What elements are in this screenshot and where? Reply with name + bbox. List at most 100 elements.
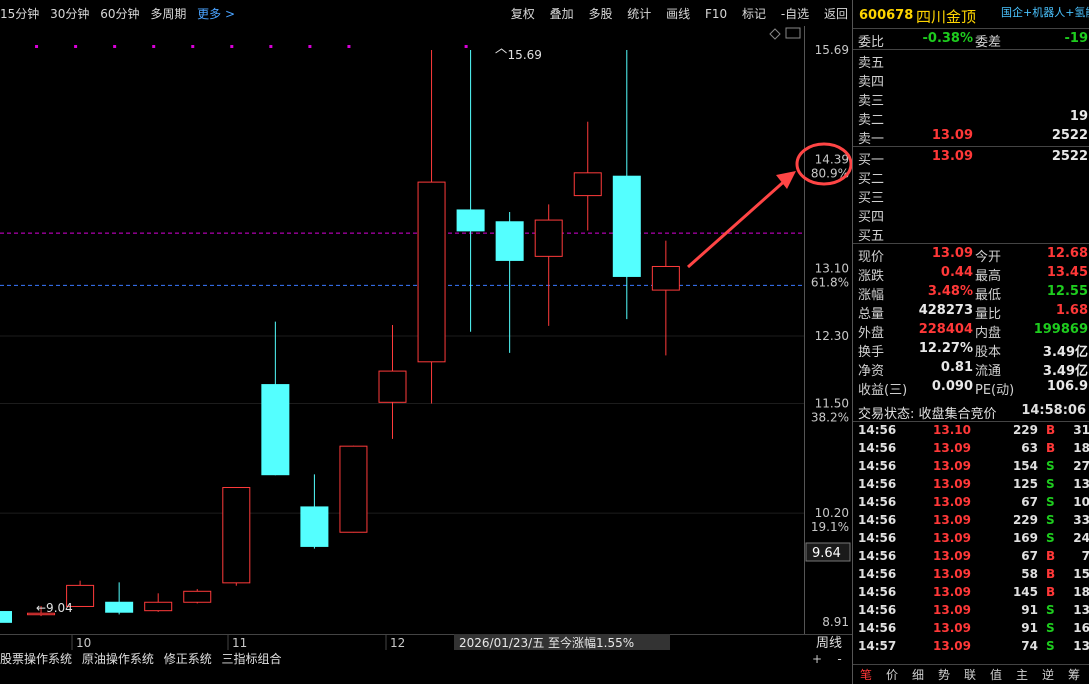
tick-direction: S (1046, 513, 1055, 527)
candle-body (378, 370, 407, 403)
stat-row: 收益(三) 0.090 PE(动) 106.9 (853, 378, 1089, 398)
tick-row: 14:56 13.09 91 S 16 (853, 621, 1089, 639)
signal-dot (35, 45, 39, 48)
system-stock[interactable]: 股票操作系统 (0, 652, 72, 666)
chart-actions: 复权 叠加 多股 统计 画线 F10 标记 -自选 返回 (500, 5, 848, 22)
weicha-value: -19 (1064, 31, 1089, 46)
signal-dot (191, 45, 195, 48)
period-multi[interactable]: 多周期 (150, 7, 186, 21)
stat-label: 净资 (858, 364, 885, 379)
back-button[interactable]: 返回 (824, 7, 848, 21)
stat-value: 1.68 (1055, 303, 1088, 318)
indicator-systems-bar: 股票操作系统 原油操作系统 修正系统 三指标组合 (0, 650, 852, 668)
tick-row: 14:56 13.09 125 S 13 (853, 477, 1089, 495)
sell-level-row[interactable]: 卖一 13.09 2522 (853, 127, 1089, 147)
signal-dot (74, 45, 78, 48)
high-price-label: 15.69 (508, 48, 542, 62)
level-volume: 2522 (1051, 149, 1088, 164)
tick-volume: 67 (1021, 549, 1038, 563)
tick-time: 14:56 (858, 513, 897, 527)
divider (853, 146, 1089, 147)
tick-price: 13.09 (933, 621, 971, 635)
sell-level-row[interactable]: 卖五 (853, 51, 1089, 71)
tick-direction: S (1046, 621, 1055, 635)
divider (853, 421, 1089, 422)
more-periods-link[interactable]: 更多 > (197, 7, 235, 21)
tick-row: 14:57 13.09 74 S 13 (853, 639, 1089, 657)
tick-direction: S (1046, 477, 1055, 491)
tick-volume: 229 (1012, 423, 1038, 437)
candle-body (456, 209, 485, 232)
stat-row: 涨幅 3.48% 最低 12.55 (853, 283, 1089, 303)
stat-label: 量比 (975, 307, 1002, 322)
stat-label: 外盘 (858, 326, 885, 341)
panel-tab[interactable]: 主 (1009, 666, 1035, 683)
concept-tags[interactable]: 国企+机器人+氢能 (1001, 4, 1089, 20)
level-label: 卖五 (858, 56, 885, 71)
fuquan-button[interactable]: 复权 (511, 7, 535, 21)
panel-tab[interactable]: 价 (879, 666, 905, 683)
f10-button[interactable]: F10 (705, 7, 727, 21)
period-label[interactable]: 周线 (806, 632, 852, 651)
tick-count: 10 (1073, 495, 1089, 509)
buy-level-row[interactable]: 买四 (853, 205, 1089, 225)
system-correction[interactable]: 修正系统 (164, 652, 212, 666)
stat-value: 228404 (918, 322, 973, 337)
tick-row: 14:56 13.09 67 S 10 (853, 495, 1089, 513)
tick-price: 13.09 (933, 567, 971, 581)
stat-value: 12.27% (918, 341, 973, 356)
tick-time: 14:56 (858, 603, 897, 617)
zoom-plus-minus[interactable]: + - (812, 652, 842, 666)
panel-tab[interactable]: 势 (931, 666, 957, 683)
level-volume: 19 (1069, 109, 1088, 124)
panel-tab[interactable]: 联 (957, 666, 983, 683)
kline-chart[interactable]: 15.69←9.0415.6914.3980.9%13.1061.8%12.30… (0, 0, 852, 650)
period-60min[interactable]: 60分钟 (100, 7, 139, 21)
system-three-indicator[interactable]: 三指标组合 (222, 652, 282, 666)
period-30min[interactable]: 30分钟 (50, 7, 89, 21)
buy-level-row[interactable]: 买三 (853, 186, 1089, 206)
tick-direction: B (1046, 585, 1056, 599)
stock-name[interactable]: 四川金顶 (916, 6, 976, 27)
tick-count: 33 (1073, 513, 1089, 527)
remove-watchlist-button[interactable]: -自选 (781, 7, 809, 21)
overlay-button[interactable]: 叠加 (550, 7, 574, 21)
tick-row: 14:56 13.09 63 B 18 (853, 441, 1089, 459)
tick-time: 14:56 (858, 477, 897, 491)
period-15min[interactable]: 15分钟 (0, 7, 39, 21)
stat-label: 涨幅 (858, 288, 885, 303)
quote-panel: 600678 四川金顶 国企+机器人+氢能 委比 -0.38% 委差 -19 卖… (852, 0, 1089, 684)
stat-label: 内盘 (975, 326, 1002, 341)
stat-label: 收益(三) (858, 383, 908, 398)
tick-direction: S (1046, 531, 1055, 545)
sell-level-row[interactable]: 卖二 19 (853, 108, 1089, 128)
panel-tab[interactable]: 值 (983, 666, 1009, 683)
tick-direction: S (1046, 459, 1055, 473)
buy-level-row[interactable]: 买一 13.09 2522 (853, 148, 1089, 168)
mark-button[interactable]: 标记 (742, 7, 766, 21)
sell-level-row[interactable]: 卖三 (853, 89, 1089, 109)
panel-tab[interactable]: 笔 (853, 666, 879, 683)
panel-tab[interactable]: 筹 (1061, 666, 1087, 683)
signal-dot (152, 45, 156, 48)
buy-level-row[interactable]: 买二 (853, 167, 1089, 187)
buy-level-row[interactable]: 买五 (853, 224, 1089, 244)
panel-tab[interactable]: 细 (905, 666, 931, 683)
system-oil[interactable]: 原油操作系统 (82, 652, 154, 666)
tick-volume: 229 (1012, 513, 1038, 527)
panel-tab[interactable]: 逆 (1035, 666, 1061, 683)
weibi-label: 委比 (858, 35, 885, 50)
trade-status-label: 交易状态: 收盘集合竞价 (858, 407, 997, 422)
candle-body (183, 590, 212, 603)
draw-line-button[interactable]: 画线 (666, 7, 690, 21)
sell-level-row[interactable]: 卖四 (853, 70, 1089, 90)
stock-header: 600678 四川金顶 国企+机器人+氢能 (853, 0, 1089, 29)
chart-toolbar: 15分钟 30分钟 60分钟 多周期 更多 > 复权 叠加 多股 统计 画线 F… (0, 0, 852, 26)
statistics-button[interactable]: 统计 (627, 7, 651, 21)
weicha-label: 委差 (975, 35, 1002, 50)
tick-price: 13.09 (933, 441, 971, 455)
tick-count: 13 (1073, 603, 1089, 617)
stat-row: 外盘 228404 内盘 199869 (853, 321, 1089, 341)
multi-stock-button[interactable]: 多股 (588, 7, 612, 21)
stat-label: 最高 (975, 269, 1002, 284)
